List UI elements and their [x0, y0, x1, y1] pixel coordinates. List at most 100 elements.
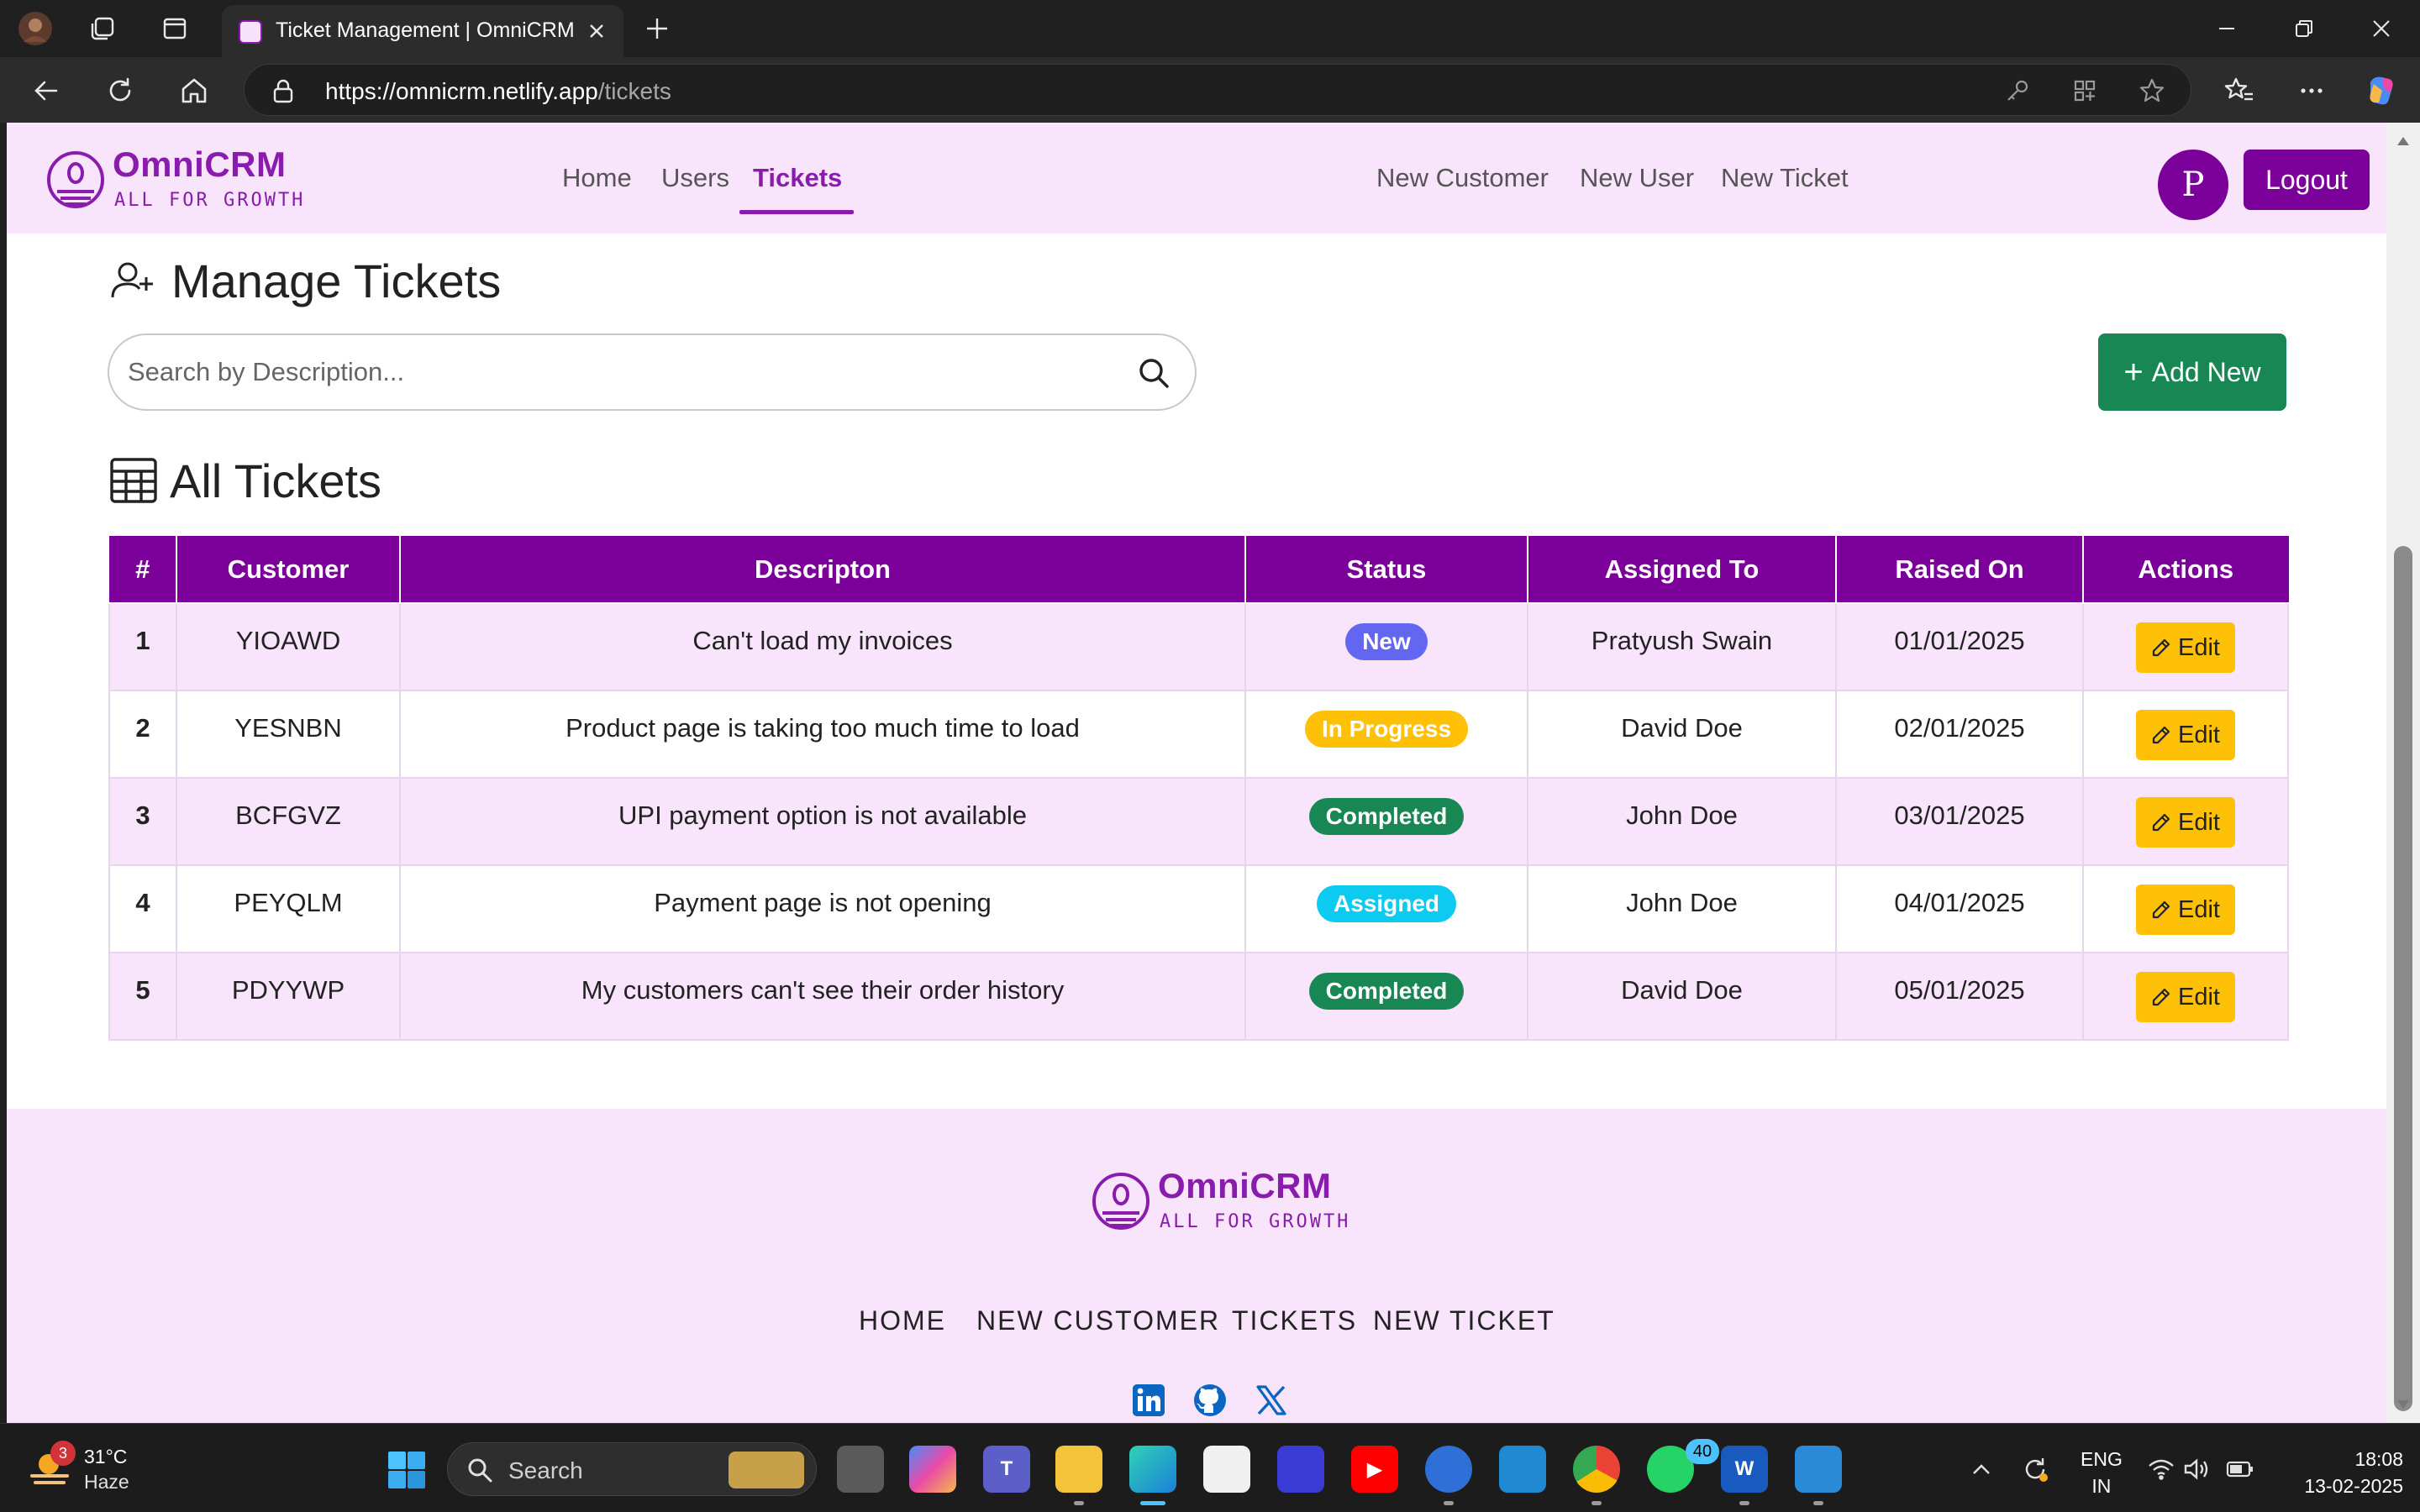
- copilot-icon[interactable]: [2361, 70, 2403, 112]
- weather-temperature[interactable]: 31°C: [84, 1446, 127, 1468]
- restore-icon[interactable]: [2270, 8, 2338, 49]
- home-icon[interactable]: [173, 70, 215, 112]
- all-tickets-heading: All Tickets: [108, 450, 381, 511]
- logout-button[interactable]: Logout: [2244, 150, 2370, 210]
- active-tab[interactable]: Ticket Management | OmniCRM: [222, 5, 623, 57]
- footer-link-tickets[interactable]: TICKETS: [1232, 1305, 1357, 1336]
- weather-description[interactable]: Haze: [84, 1471, 129, 1494]
- edge-icon[interactable]: [1129, 1446, 1176, 1493]
- youtube-icon[interactable]: ▶: [1351, 1446, 1398, 1493]
- url-host: https://omnicrm.netlify.app: [325, 78, 598, 104]
- favorites-icon[interactable]: [2218, 70, 2260, 112]
- linkedin-icon[interactable]: [1129, 1381, 1168, 1420]
- cell-actions: Edit: [2082, 690, 2289, 779]
- nav-link-home[interactable]: Home: [562, 163, 632, 193]
- footer-link-new-ticket[interactable]: NEW TICKET: [1373, 1305, 1555, 1336]
- lock-icon[interactable]: [270, 77, 297, 104]
- prime-app-icon[interactable]: [1277, 1446, 1324, 1493]
- battery-icon[interactable]: [2225, 1454, 2255, 1484]
- cell-raised-on: 02/01/2025: [1835, 690, 2084, 779]
- windows-taskbar: 3 31°C Haze Search T ▶ 40 W ENG IN 18:08 1…: [0, 1423, 2420, 1512]
- edit-button[interactable]: Edit: [2136, 797, 2235, 848]
- cell-assigned-to: John Doe: [1527, 864, 1837, 953]
- scroll-up-icon[interactable]: [2395, 133, 2412, 150]
- edit-button[interactable]: Edit: [2136, 710, 2235, 760]
- tab-close-icon[interactable]: [580, 14, 613, 48]
- vertical-tabs-icon[interactable]: [155, 8, 195, 49]
- scroll-down-icon[interactable]: [2395, 1396, 2412, 1413]
- new-tab-icon[interactable]: [639, 10, 676, 47]
- word-icon[interactable]: W: [1721, 1446, 1768, 1493]
- address-bar[interactable]: https://omnicrm.netlify.app/tickets: [244, 64, 2191, 116]
- cell-raised-on: 05/01/2025: [1835, 952, 2084, 1041]
- footer-link-new-customer[interactable]: NEW CUSTOMER: [976, 1305, 1220, 1336]
- x-icon[interactable]: [1252, 1381, 1291, 1420]
- search-icon[interactable]: [1134, 354, 1173, 392]
- taskbar-search-label: Search: [508, 1457, 583, 1483]
- column-header-description: Descripton: [399, 536, 1246, 604]
- close-window-icon[interactable]: [2348, 8, 2415, 49]
- brand-logo[interactable]: OmniCRM ALL FOR GROWTH: [45, 141, 302, 218]
- firefox-icon[interactable]: [1425, 1446, 1472, 1493]
- cell-number: 4: [108, 864, 177, 953]
- table-row: 3 BCFGVZ UPI payment option is not avail…: [108, 777, 2289, 866]
- nav-link-new-user[interactable]: New User: [1580, 163, 1694, 193]
- workspaces-icon[interactable]: [82, 8, 123, 49]
- table-row: 2 YESNBN Product page is taking too much…: [108, 690, 2289, 779]
- wifi-icon[interactable]: [2146, 1454, 2176, 1484]
- key-icon[interactable]: [2001, 74, 2034, 108]
- footer-brand-logo[interactable]: OmniCRM ALL FOR GROWTH: [1091, 1163, 1348, 1240]
- page-scrollbar[interactable]: [2386, 123, 2420, 1423]
- cell-assigned-to: David Doe: [1527, 690, 1837, 779]
- cell-customer: YESNBN: [176, 690, 401, 779]
- copilot-app-icon[interactable]: [909, 1446, 956, 1493]
- nav-link-new-ticket[interactable]: New Ticket: [1721, 163, 1849, 193]
- footer-link-home[interactable]: HOME: [859, 1305, 946, 1336]
- volume-icon[interactable]: [2181, 1454, 2212, 1484]
- table-title: All Tickets: [170, 454, 382, 507]
- add-new-button[interactable]: + Add New: [2098, 333, 2286, 411]
- address-url[interactable]: https://omnicrm.netlify.app/tickets: [325, 78, 671, 105]
- edit-button[interactable]: Edit: [2136, 885, 2235, 935]
- github-icon[interactable]: [1191, 1381, 1229, 1420]
- windows-start-icon[interactable]: [387, 1450, 427, 1490]
- app-available-icon[interactable]: [2068, 74, 2102, 108]
- photos-icon[interactable]: [1795, 1446, 1842, 1493]
- user-avatar[interactable]: P: [2158, 150, 2228, 220]
- search-input[interactable]: [128, 347, 1094, 397]
- manage-tickets-heading: Manage Tickets: [108, 250, 501, 311]
- column-header-raised-on: Raised On: [1835, 536, 2084, 604]
- edit-button[interactable]: Edit: [2136, 622, 2235, 673]
- cell-raised-on: 01/01/2025: [1835, 602, 2084, 691]
- nav-link-users[interactable]: Users: [661, 163, 729, 193]
- cell-status: New: [1244, 602, 1528, 691]
- favorite-star-icon[interactable]: [2135, 74, 2169, 108]
- task-view-icon[interactable]: [837, 1446, 884, 1493]
- edit-label: Edit: [2178, 808, 2220, 836]
- file-explorer-icon[interactable]: [1055, 1446, 1102, 1493]
- edit-label: Edit: [2178, 721, 2220, 748]
- reload-icon[interactable]: [99, 70, 141, 112]
- teams-icon[interactable]: T: [983, 1446, 1030, 1493]
- nav-link-new-customer[interactable]: New Customer: [1376, 163, 1549, 193]
- cell-number: 3: [108, 777, 177, 866]
- vscode-icon[interactable]: [1499, 1446, 1546, 1493]
- clock[interactable]: 18:08 13-02-2025: [2302, 1446, 2403, 1499]
- scroll-thumb[interactable]: [2394, 546, 2412, 1411]
- microsoft-store-icon[interactable]: [1203, 1446, 1250, 1493]
- cell-description: Can't load my invoices: [399, 602, 1246, 691]
- back-icon[interactable]: [25, 70, 67, 112]
- nav-link-tickets[interactable]: Tickets: [753, 163, 842, 193]
- sync-icon[interactable]: [2020, 1454, 2050, 1484]
- chrome-icon[interactable]: [1573, 1446, 1620, 1493]
- chevron-up-icon[interactable]: [1966, 1454, 1996, 1484]
- running-indicator: [1813, 1501, 1823, 1505]
- taskbar-search[interactable]: Search: [447, 1442, 817, 1496]
- pencil-icon: [2151, 900, 2171, 920]
- status-badge: Completed: [1308, 973, 1465, 1010]
- edit-button[interactable]: Edit: [2136, 972, 2235, 1022]
- language-indicator[interactable]: ENG IN: [2081, 1446, 2123, 1499]
- minimize-icon[interactable]: [2193, 8, 2260, 49]
- more-options-icon[interactable]: [2291, 70, 2333, 112]
- profile-avatar-icon[interactable]: [15, 8, 55, 49]
